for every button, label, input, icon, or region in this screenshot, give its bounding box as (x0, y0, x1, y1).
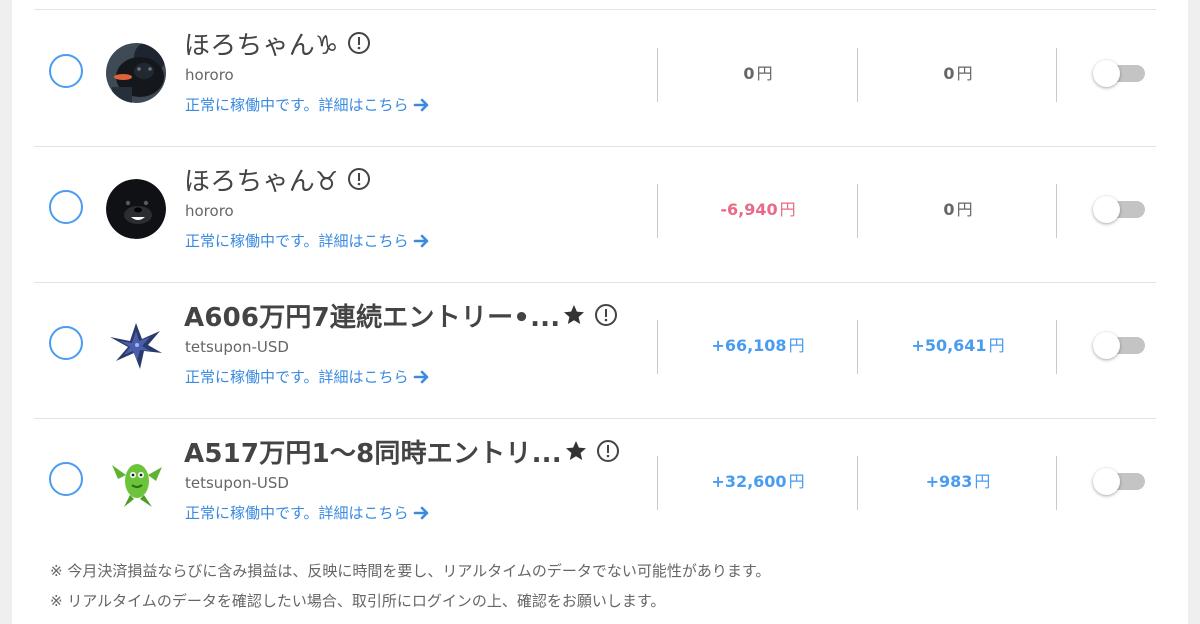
info-icon[interactable] (594, 303, 618, 327)
info-icon[interactable] (596, 439, 620, 463)
monthly-profit: -6,940 円 (720, 200, 796, 219)
unrealized-profit: +983 円 (925, 472, 991, 491)
star-icon (564, 439, 588, 463)
arrow-right-icon (413, 505, 431, 521)
active-toggle[interactable] (1093, 60, 1147, 87)
blue-dragon-avatar (106, 315, 166, 375)
status-text: 正常に稼働中です。詳細はこちら (185, 368, 409, 386)
monthly-profit: 0円 (743, 64, 773, 83)
info-icon[interactable] (347, 31, 371, 55)
star-icon (562, 303, 586, 327)
list-item: A606万円7連続エントリー•... tetsupon-USD 正常に稼働中です… (34, 282, 1156, 419)
unrealized-profit: +50,641 円 (911, 336, 1005, 355)
account-name: hororo (185, 66, 234, 84)
column-divider (1056, 320, 1057, 374)
status-detail-link[interactable]: 正常に稼働中です。詳細はこちら (185, 94, 431, 115)
monthly-profit: +66,108 円 (711, 336, 805, 355)
strategy-name: A606万円7連続エントリー•... (184, 302, 561, 333)
account-name: tetsupon-USD (185, 338, 289, 356)
status-detail-link[interactable]: 正常に稼働中です。詳細はこちら (185, 366, 431, 387)
info-icon[interactable] (347, 167, 371, 191)
select-radio[interactable] (49, 462, 83, 496)
active-toggle[interactable] (1093, 196, 1147, 223)
select-radio[interactable] (49, 54, 83, 88)
status-detail-link[interactable]: 正常に稼働中です。詳細はこちら (185, 502, 431, 523)
unrealized-profit: 0円 (943, 64, 973, 83)
arrow-right-icon (413, 233, 431, 249)
footnote: ※ 今月決済損益ならびに含み損益は、反映に時間を要し、リアルタイムのデータでない… (50, 562, 771, 580)
monthly-profit: +32,600 円 (711, 472, 805, 491)
black-dog-avatar (106, 179, 166, 239)
footnote: ※ リアルタイムのデータを確認したい場合、取引所にログインの上、確認をお願いしま… (50, 592, 666, 610)
strategy-name: A517万円1〜8同時エントリ... (184, 438, 562, 469)
status-text: 正常に稼働中です。詳細はこちら (185, 96, 409, 114)
select-radio[interactable] (49, 326, 83, 360)
status-text: 正常に稼働中です。詳細はこちら (185, 504, 409, 522)
active-toggle[interactable] (1093, 468, 1147, 495)
list-item: ほろちゃん♉︎ hororo 正常に稼働中です。詳細はこちら -6,940 円 0… (34, 146, 1156, 283)
footnotes: ※ 今月決済損益ならびに含み損益は、反映に時間を要し、リアルタイムのデータでない… (50, 556, 770, 616)
arrow-right-icon (413, 369, 431, 385)
status-detail-link[interactable]: 正常に稼働中です。詳細はこちら (185, 230, 431, 251)
strategy-name: ほろちゃん♉︎ (184, 166, 339, 197)
status-text: 正常に稼働中です。詳細はこちら (185, 232, 409, 250)
select-radio[interactable] (49, 190, 83, 224)
green-creature-avatar (106, 451, 166, 511)
active-toggle[interactable] (1093, 332, 1147, 359)
column-divider (1056, 48, 1057, 102)
column-divider (1056, 456, 1057, 510)
column-divider (1056, 184, 1057, 238)
strategy-list-panel: ほろちゃん♑︎ hororo 正常に稼働中です。詳細はこちら 0円 0円 ほろち… (12, 0, 1188, 624)
list-item: A517万円1〜8同時エントリ... tetsupon-USD 正常に稼働中です… (34, 418, 1156, 554)
unrealized-profit: 0円 (943, 200, 973, 219)
list-item: ほろちゃん♑︎ hororo 正常に稼働中です。詳細はこちら 0円 0円 (34, 10, 1156, 147)
arrow-right-icon (413, 97, 431, 113)
strategy-name: ほろちゃん♑︎ (184, 30, 339, 61)
account-name: tetsupon-USD (185, 474, 289, 492)
account-name: hororo (185, 202, 234, 220)
black-dog-avatar (106, 43, 166, 103)
